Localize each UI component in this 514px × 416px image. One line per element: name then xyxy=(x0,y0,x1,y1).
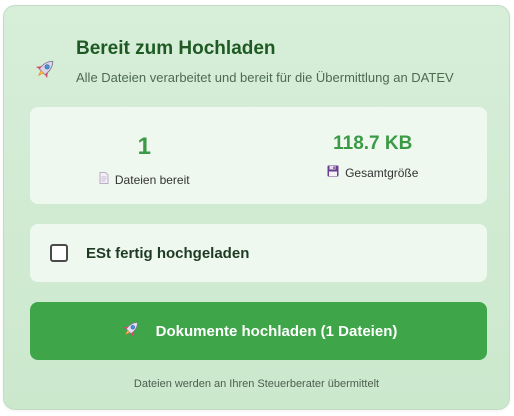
stat-files: 1 Dateien bereit xyxy=(30,107,259,204)
upload-documents-button[interactable]: Dokumente hochladen (1 Dateien) xyxy=(30,302,487,360)
page-title: Bereit zum Hochladen xyxy=(76,38,276,59)
size-label-row: Gesamtgröße xyxy=(259,165,488,180)
total-size: 118.7 KB xyxy=(333,133,413,154)
files-label: Dateien bereit xyxy=(114,172,190,187)
page-subtitle: Alle Dateien verarbeitet und bereit für … xyxy=(76,70,454,85)
header-text: Bereit zum Hochladen Alle Dateien verarb… xyxy=(76,38,454,86)
stat-size: 118.7 KB Gesamtgröße xyxy=(259,107,488,204)
upload-confirm-row[interactable]: ESt fertig hochgeladen xyxy=(30,224,487,282)
rocket-icon xyxy=(120,318,142,344)
rocket-icon xyxy=(32,56,58,82)
files-count: 1 xyxy=(137,133,151,160)
size-label: Gesamtgröße xyxy=(345,165,419,180)
upload-confirm-label[interactable]: ESt fertig hochgeladen xyxy=(86,245,249,262)
files-label-row: Dateien bereit xyxy=(30,172,259,187)
upload-button-label: Dokumente hochladen (1 Dateien) xyxy=(155,322,398,340)
document-icon xyxy=(99,172,109,187)
upload-confirm-checkbox[interactable] xyxy=(50,244,68,262)
stats-panel: 1 Dateien bereit 118.7 KB Gesamtgröße xyxy=(30,107,487,204)
upload-ready-card: Bereit zum Hochladen Alle Dateien verarb… xyxy=(3,5,510,410)
card-header: Bereit zum Hochladen Alle Dateien verarb… xyxy=(32,38,454,86)
floppy-disk-icon xyxy=(327,165,339,180)
footer-note: Dateien werden an Ihren Steuerberater üb… xyxy=(133,378,380,390)
